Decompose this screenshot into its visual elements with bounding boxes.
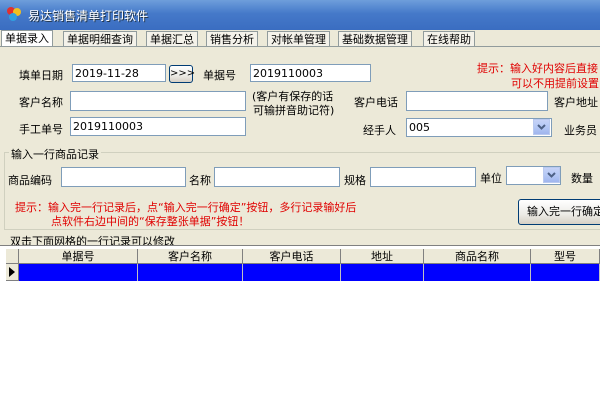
grid-cell-selected[interactable] (424, 264, 531, 281)
item-spec-label: 规格 (344, 174, 366, 187)
tab-divider (0, 46, 600, 47)
grid-header-customer-phone[interactable]: 客户电话 (243, 249, 341, 264)
handler-value: 005 (409, 121, 430, 134)
date-label: 填单日期 (19, 69, 63, 82)
item-unit-label: 单位 (480, 172, 502, 185)
grid-header-address[interactable]: 地址 (341, 249, 424, 264)
chevron-down-icon (537, 124, 546, 130)
item-code-field[interactable] (61, 167, 186, 187)
item-code-label: 商品编码 (8, 174, 52, 187)
item-name-label: 名称 (189, 174, 211, 187)
handler-label: 经手人 (363, 124, 396, 137)
item-group-title: 输入一行商品记录 (9, 146, 101, 162)
confirm-row-button[interactable]: 输入完一行确定 (518, 199, 600, 225)
tab-summary[interactable]: 单据汇总 (146, 31, 198, 47)
tab-online-help[interactable]: 在线帮助 (423, 31, 475, 47)
handler-dropdown-button[interactable] (533, 119, 550, 135)
hint-top-line1: 提示：输入好内容后直接 (477, 62, 598, 75)
salesman-label: 业务员 (564, 124, 597, 137)
date-field[interactable]: 2019-11-28 (72, 64, 166, 82)
chevron-down-icon (547, 172, 556, 178)
customer-address-label: 客户地址 (554, 96, 598, 109)
grid-cell-selected[interactable] (341, 264, 424, 281)
date-picker-button[interactable]: >>> (169, 65, 195, 83)
grid-cell-selected[interactable] (243, 264, 341, 281)
manual-no-field[interactable]: 2019110003 (70, 117, 246, 136)
grid-cell-selected[interactable] (19, 264, 138, 281)
customer-name-field[interactable] (70, 91, 246, 111)
customer-note-line2: 可输拼音助记符) (253, 104, 335, 117)
tab-detail-query[interactable]: 单据明细查询 (63, 31, 137, 47)
tab-basic-data[interactable]: 基础数据管理 (338, 31, 412, 47)
item-hint-line2: 点软件右边中间的“保存整张单据”按钮！ (51, 215, 250, 228)
item-unit-dropdown-button[interactable] (543, 167, 560, 183)
grid-header-model[interactable]: 型号 (531, 249, 600, 264)
grid-header-customer-name[interactable]: 客户名称 (138, 249, 243, 264)
tab-order-entry[interactable]: 单据录入 (1, 30, 53, 47)
grid-header-product-name[interactable]: 商品名称 (424, 249, 531, 264)
item-spec-field[interactable] (370, 167, 476, 187)
manual-no-label: 手工单号 (19, 123, 63, 136)
customer-phone-label: 客户电话 (354, 96, 398, 109)
tab-sales-analysis[interactable]: 销售分析 (206, 31, 258, 47)
tab-statement[interactable]: 对帐单管理 (267, 31, 330, 47)
current-row-arrow-icon (9, 267, 15, 277)
grid-header-order-no[interactable]: 单据号 (19, 249, 138, 264)
customer-phone-field[interactable] (406, 91, 548, 111)
row-selector[interactable] (6, 264, 19, 281)
grid-cell-selected[interactable] (138, 264, 243, 281)
handler-select[interactable]: 005 (406, 118, 552, 137)
customer-name-label: 客户名称 (19, 96, 63, 109)
grid-corner-header (6, 249, 19, 264)
window-title: 易达销售清单打印软件 (28, 9, 149, 23)
hint-top-line2: 可以不用提前设置 (511, 77, 599, 90)
item-qty-label: 数量 (571, 172, 593, 185)
app-icon (6, 6, 22, 22)
item-name-field[interactable] (214, 167, 340, 187)
order-no-label: 单据号 (203, 69, 236, 82)
order-no-field[interactable]: 2019110003 (250, 64, 371, 82)
grid-cell-selected[interactable] (531, 264, 600, 281)
